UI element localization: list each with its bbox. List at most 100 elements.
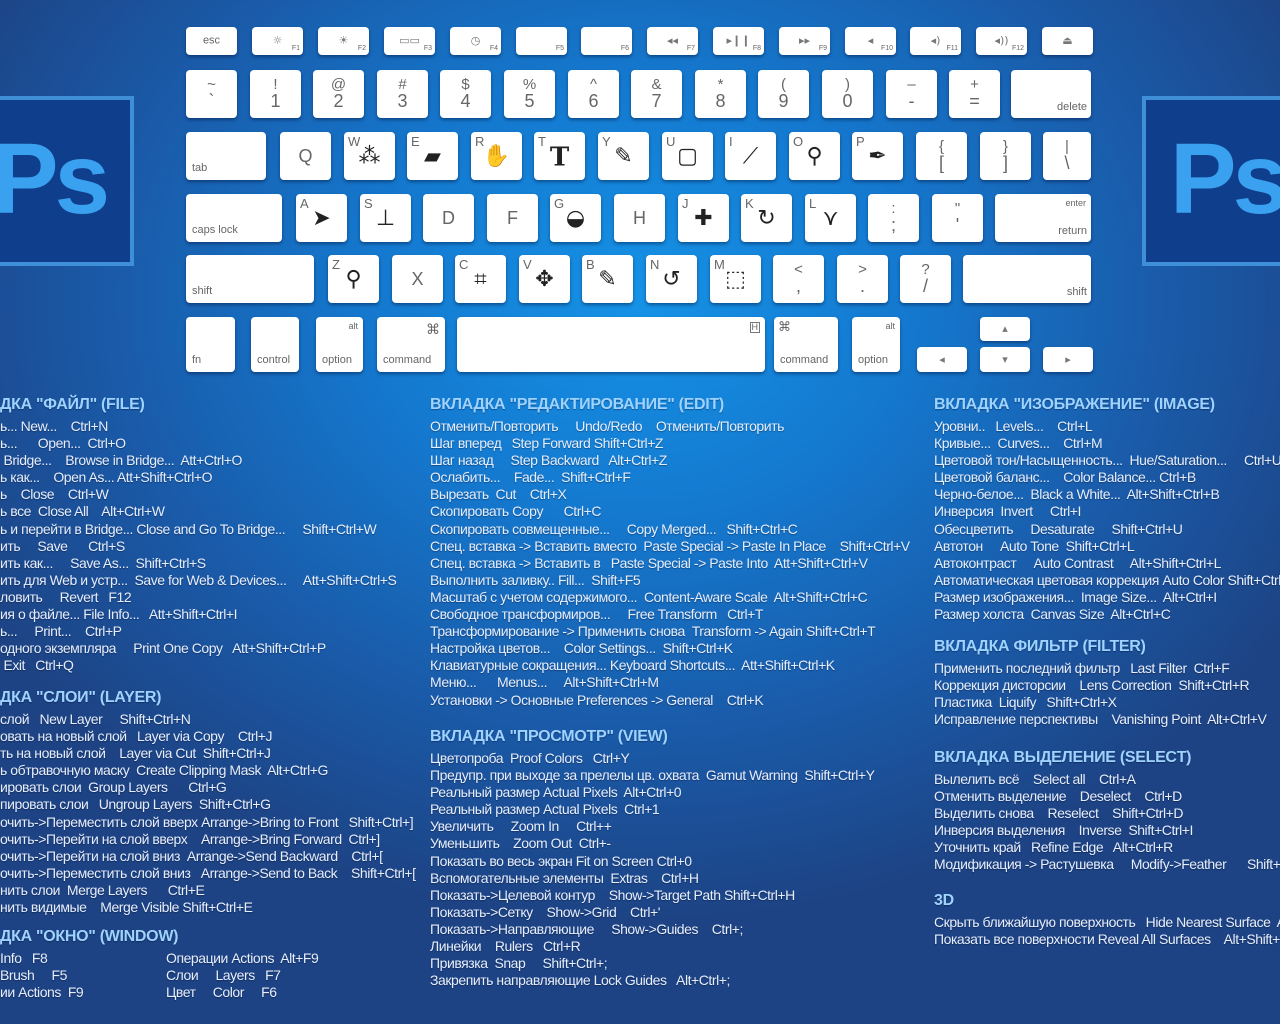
section-heading: ДКА "ОКНО" (WINDOW) — [0, 928, 179, 945]
key-9[interactable]: (9 — [758, 70, 809, 118]
key-0[interactable]: ) 0 — [822, 70, 873, 118]
key-arrow-up[interactable]: ▴ — [980, 317, 1030, 341]
key-d[interactable]: D — [423, 194, 474, 242]
shortcut-line: ь... Open... Ctrl+O — [0, 435, 126, 452]
key-shift[interactable]: shift — [186, 255, 314, 303]
key-shift-label: { — [938, 138, 944, 155]
key-f1[interactable]: F1 ☼ — [252, 27, 303, 55]
key-caps-lock[interactable]: caps lock — [186, 194, 282, 242]
key-c[interactable]: C ⌗ — [455, 255, 506, 303]
key-option[interactable]: option alt — [852, 317, 900, 372]
key-v[interactable]: V ✥ — [519, 255, 570, 303]
shortcut-line: ь... New... Ctrl+N — [0, 418, 108, 434]
key-f[interactable]: F — [487, 194, 538, 242]
key-3[interactable]: #3 — [377, 70, 428, 118]
key-return[interactable]: return enter — [995, 194, 1091, 242]
key-fn[interactable]: fn — [186, 317, 235, 372]
key-f12[interactable]: F12 ◂)) — [976, 27, 1027, 55]
key-p[interactable]: P ✒ — [852, 132, 903, 180]
key-l[interactable]: L ⋎ — [805, 194, 856, 242]
key-m[interactable]: M ⬚ — [710, 255, 761, 303]
key-w[interactable]: W ⁂ — [344, 132, 395, 180]
key-g[interactable]: G ◒ — [550, 194, 601, 242]
shortcut-line: Установки -> Основные Preferences -> Gen… — [430, 691, 764, 708]
shortcut-line: ь обтравочную маску Create Clipping Mask… — [0, 762, 328, 779]
key-a[interactable]: A ➤ — [296, 194, 347, 242]
key-f5[interactable]: F5 — [516, 27, 567, 55]
key-o[interactable]: O ⚲ — [789, 132, 840, 180]
key-option[interactable]: option alt — [316, 317, 363, 372]
key-esc[interactable]: esc — [186, 27, 237, 55]
key-y[interactable]: Y ✎ — [598, 132, 649, 180]
key-2[interactable]: @2 — [313, 70, 364, 118]
key-z[interactable]: Z ⚲ — [328, 255, 379, 303]
key-label: 3 — [397, 91, 408, 111]
key-f6[interactable]: F6 — [581, 27, 632, 55]
key-f9[interactable]: F9 ▸▸ — [779, 27, 830, 55]
key-label: 4 — [460, 91, 471, 111]
key-tab[interactable]: tab — [186, 132, 266, 180]
marquee-tool-icon: ⬚ — [725, 267, 746, 293]
key-=[interactable]: + = — [949, 70, 1000, 118]
shortcut-line: Черно-белое... Black a White... Alt+Shif… — [934, 486, 1220, 503]
shortcut-line: Вырезать Cut Ctrl+X — [430, 486, 567, 503]
key-i[interactable]: I ⟋ — [725, 132, 776, 180]
key-,[interactable]: <, — [773, 255, 824, 303]
key-f8[interactable]: F8 ▸❙❙ — [713, 27, 764, 55]
key-space[interactable]: H — [457, 317, 765, 372]
key-b[interactable]: B ✎ — [582, 255, 633, 303]
history-brush-icon: ✎ — [614, 144, 633, 170]
key-[[interactable]: {[ — [916, 132, 967, 180]
key-command[interactable]: command ⌘ — [377, 317, 445, 372]
key-f4[interactable]: F4 ◷ — [450, 27, 501, 55]
key-`[interactable]: ~ ` — [186, 70, 237, 118]
key-t[interactable]: TT — [534, 132, 585, 180]
key-arrow-right[interactable]: ▸ — [1043, 347, 1093, 372]
key-f10[interactable]: F10 ◂ — [845, 27, 896, 55]
key-8[interactable]: * 8 — [695, 70, 746, 118]
key-/[interactable]: ? / — [900, 255, 951, 303]
key-5[interactable]: % 5 — [504, 70, 555, 118]
key-f3[interactable]: F3 ▭▭ — [384, 27, 435, 55]
key-'[interactable]: " ' — [932, 194, 983, 242]
shortcut-line: Скрыть ближайшую поверхность Hide Neares… — [934, 914, 1280, 930]
key-h[interactable]: H — [614, 194, 665, 242]
shortcut-line: Настройка цветов... Color Settings... Sh… — [430, 640, 733, 657]
key-arrow-left[interactable]: ◂ — [917, 347, 967, 372]
key-k[interactable]: K ↻ — [741, 194, 792, 242]
key-u[interactable]: U ▢ — [662, 132, 713, 180]
key-s[interactable]: S ⊥ — [360, 194, 411, 242]
key-f11[interactable]: F11 ◂) — [910, 27, 961, 55]
section-window: ДКА "ОКНО" (WINDOW) Info F8 Brush F5 ии Act… — [0, 928, 178, 1001]
key-f2[interactable]: F2 ☀ — [318, 27, 369, 55]
key-command[interactable]: command ⌘ — [774, 317, 838, 372]
key-1[interactable]: ! 1 — [250, 70, 301, 118]
key-n[interactable]: N ↺ — [646, 255, 697, 303]
key-e[interactable]: E ▰ — [407, 132, 458, 180]
3d-camera-icon: ↺ — [662, 267, 681, 293]
key-6[interactable]: ^ 6 — [568, 70, 619, 118]
key-][interactable]: }] — [980, 132, 1031, 180]
key-modifier-label: alt — [348, 321, 358, 331]
key-;[interactable]: :; — [868, 194, 919, 242]
key-x[interactable]: X — [392, 255, 443, 303]
key-shift[interactable]: shift — [963, 255, 1091, 303]
key-eject[interactable]: ⏏ — [1042, 27, 1093, 55]
key-j[interactable]: J ✚ — [678, 194, 729, 242]
key--[interactable]: – - — [886, 70, 937, 118]
key-.[interactable]: >. — [837, 255, 888, 303]
key-shift-label: * — [717, 76, 724, 93]
key-\[interactable]: | \ — [1043, 132, 1091, 180]
tool-shortcut-letter: ⌘ — [778, 319, 791, 334]
key-arrow-down[interactable]: ▾ — [980, 347, 1030, 372]
key-q[interactable]: Q — [280, 132, 331, 180]
key-delete[interactable]: delete — [1011, 70, 1091, 118]
key-r[interactable]: R ✋ — [471, 132, 522, 180]
shortcut-line: Слои Layers F7 — [166, 967, 281, 984]
key-4[interactable]: $4 — [440, 70, 491, 118]
shape-tool-icon: ▢ — [677, 144, 698, 170]
key-7[interactable]: & 7 — [631, 70, 682, 118]
key-f7[interactable]: F7 ◂◂ — [647, 27, 698, 55]
key-control[interactable]: control — [251, 317, 299, 372]
shortcut-line: Показать во весь экран Fit on Screen Ctr… — [430, 852, 692, 869]
